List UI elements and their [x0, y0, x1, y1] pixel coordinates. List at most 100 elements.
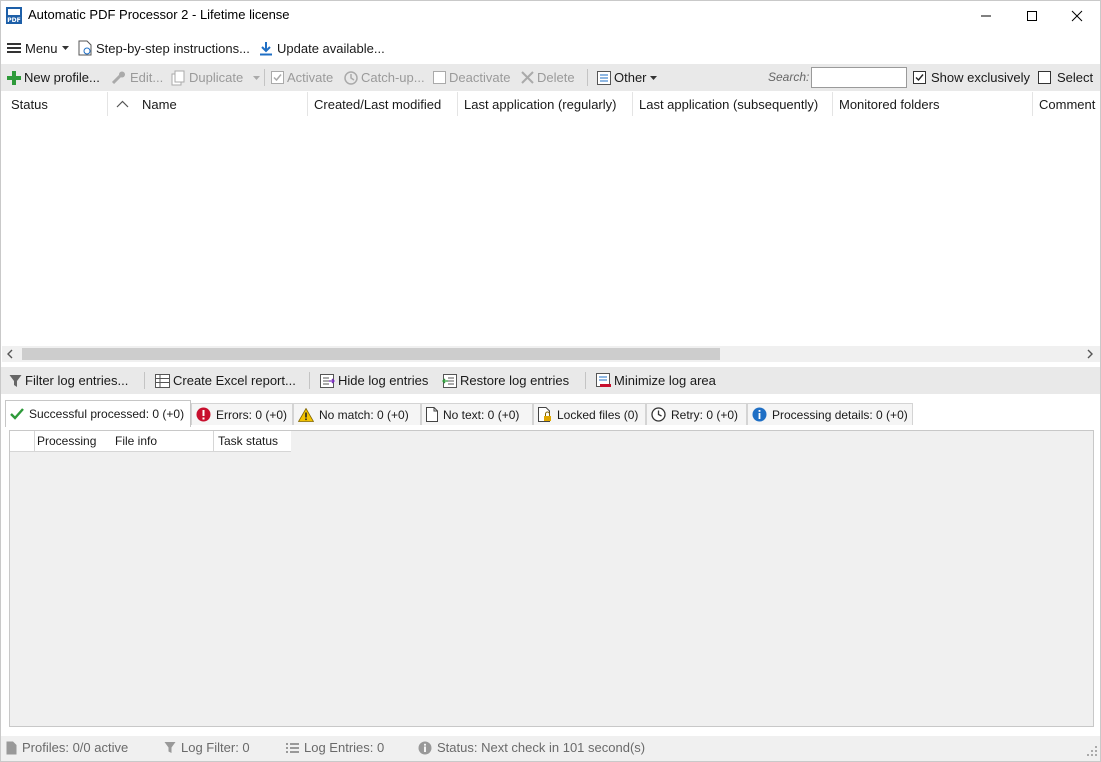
toolbar-separator: [144, 372, 145, 389]
catch-up-button[interactable]: Catch-up...: [343, 67, 425, 88]
status-log-filter: Log Filter: 0: [164, 740, 250, 755]
show-exclusively-label: Show exclusively: [931, 70, 1030, 85]
column-header-label: Name: [142, 96, 177, 112]
minimize-window-button[interactable]: [963, 1, 1009, 31]
main-window: PDF Automatic PDF Processor 2 - Lifetime…: [0, 0, 1101, 762]
select-label: Select: [1057, 70, 1094, 85]
title-bar[interactable]: PDF Automatic PDF Processor 2 - Lifetime…: [1, 1, 1100, 31]
close-window-button[interactable]: [1054, 1, 1100, 31]
show-exclusively-checkbox[interactable]: Show exclusively: [913, 70, 1030, 85]
edit-button[interactable]: Edit...: [111, 67, 163, 88]
warning-icon: [298, 407, 314, 422]
log-table[interactable]: Processing File info Task status: [9, 430, 1094, 727]
column-header-name[interactable]: Name: [142, 92, 177, 116]
profiles-count: Profiles: 0/0 active: [22, 740, 129, 755]
profile-grid-body[interactable]: [2, 116, 1100, 346]
filter-icon: [164, 741, 176, 754]
new-profile-button[interactable]: New profile...: [7, 67, 100, 88]
duplicate-button[interactable]: Duplicate: [171, 67, 243, 88]
toolbar-separator: [264, 69, 265, 86]
deactivate-button[interactable]: Deactivate: [433, 67, 510, 88]
status-profiles: Profiles: 0/0 active: [6, 740, 128, 755]
maximize-window-button[interactable]: [1009, 1, 1055, 31]
log-tabs: Successful processed: 0 (+0) Errors: 0 (…: [1, 400, 1100, 428]
window-title: Automatic PDF Processor 2 - Lifetime lic…: [28, 7, 290, 22]
filter-log-entries-button[interactable]: Filter log entries...: [9, 370, 128, 391]
dropdown-arrow-icon: [649, 75, 657, 80]
column-separator[interactable]: [1032, 92, 1033, 116]
tab-label: Processing details: 0 (+0): [772, 407, 908, 422]
column-header-label: Last application (subsequently): [639, 96, 819, 112]
checkmark-icon: [10, 408, 24, 420]
document-icon: [6, 741, 17, 755]
delete-button[interactable]: Delete: [521, 67, 575, 88]
horizontal-scrollbar[interactable]: [2, 346, 1100, 362]
column-header-label: Task status: [218, 434, 279, 448]
column-separator[interactable]: [307, 92, 308, 116]
catch-up-label: Catch-up...: [361, 70, 425, 85]
column-header-label: Monitored folders: [839, 96, 940, 112]
tab-errors[interactable]: Errors: 0 (+0): [191, 403, 293, 425]
update-available-button[interactable]: Update available...: [259, 38, 385, 58]
toolbar-separator: [587, 69, 588, 86]
other-menu-button[interactable]: Other: [597, 67, 657, 88]
update-label: Update available...: [277, 40, 385, 56]
log-column-header-processing[interactable]: Processing: [35, 431, 112, 452]
column-header-last-application-regularly[interactable]: Last application (regularly): [464, 92, 616, 116]
column-header-comment[interactable]: Comment: [1039, 92, 1100, 116]
tab-locked-files[interactable]: Locked files (0): [533, 403, 646, 425]
tab-retry[interactable]: Retry: 0 (+0): [646, 403, 747, 425]
column-header-monitored-folders[interactable]: Monitored folders: [839, 92, 939, 116]
create-excel-report-button[interactable]: Create Excel report...: [155, 370, 296, 391]
scroll-left-icon[interactable]: [7, 349, 13, 359]
status-next-check: Status: Next check in 101 second(s): [418, 740, 645, 755]
wrench-icon: [111, 71, 127, 85]
restore-log-entries-button[interactable]: Restore log entries: [442, 370, 569, 391]
tab-label: Successful processed: 0 (+0): [29, 407, 185, 421]
restore-entries-icon: [442, 373, 457, 388]
column-header-last-application-subsequently[interactable]: Last application (subsequently): [639, 92, 818, 116]
edit-label: Edit...: [130, 70, 164, 85]
resize-grip-icon[interactable]: [1087, 746, 1097, 756]
search-input[interactable]: [811, 67, 907, 88]
select-checkbox[interactable]: Select: [1038, 70, 1093, 85]
log-column-header-task-status[interactable]: Task status: [214, 431, 291, 452]
list-icon: [286, 742, 299, 754]
dropdown-arrow-icon: [61, 46, 69, 50]
minimize-area-icon: [596, 373, 611, 388]
column-header-label: Status: [11, 96, 48, 112]
column-separator[interactable]: [457, 92, 458, 116]
checkbox-checked-icon: [913, 71, 926, 84]
duplicate-dropdown-button[interactable]: [253, 67, 260, 88]
column-header-status[interactable]: Status: [11, 92, 48, 116]
tab-label: Errors: 0 (+0): [216, 407, 288, 422]
tab-processing-details[interactable]: Processing details: 0 (+0): [747, 403, 913, 425]
log-column-header-file-info[interactable]: File info: [111, 431, 214, 452]
menu-button[interactable]: Menu: [7, 38, 69, 58]
status-bar: Profiles: 0/0 active Log Filter: 0 Log E…: [1, 736, 1100, 761]
hide-log-entries-button[interactable]: Hide log entries: [320, 370, 428, 391]
deactivate-label: Deactivate: [449, 70, 511, 85]
column-header-created[interactable]: Created/Last modified: [314, 92, 441, 116]
minimize-log-area-button[interactable]: Minimize log area: [596, 370, 716, 391]
activate-label: Activate: [287, 70, 334, 85]
scrollbar-thumb[interactable]: [22, 348, 720, 360]
column-separator[interactable]: [632, 92, 633, 116]
history-icon: [343, 70, 358, 85]
tab-no-match[interactable]: No match: 0 (+0): [293, 403, 421, 425]
column-separator[interactable]: [107, 92, 108, 116]
activate-button[interactable]: Activate: [271, 67, 333, 88]
column-separator[interactable]: [832, 92, 833, 116]
app-icon: PDF: [6, 7, 22, 24]
scroll-right-icon[interactable]: [1087, 349, 1093, 359]
tab-label: Retry: 0 (+0): [671, 407, 739, 422]
duplicate-icon: [171, 70, 186, 86]
other-label: Other: [614, 70, 647, 85]
tab-successful-processed[interactable]: Successful processed: 0 (+0): [5, 400, 191, 427]
tab-no-text[interactable]: No text: 0 (+0): [421, 403, 533, 425]
step-by-step-instructions-button[interactable]: Step-by-step instructions...: [78, 38, 250, 58]
tab-label: No text: 0 (+0): [443, 407, 520, 422]
log-entries-count: Log Entries: 0: [304, 740, 385, 755]
filter-label: Filter log entries...: [25, 373, 129, 388]
list-icon: [597, 70, 611, 85]
